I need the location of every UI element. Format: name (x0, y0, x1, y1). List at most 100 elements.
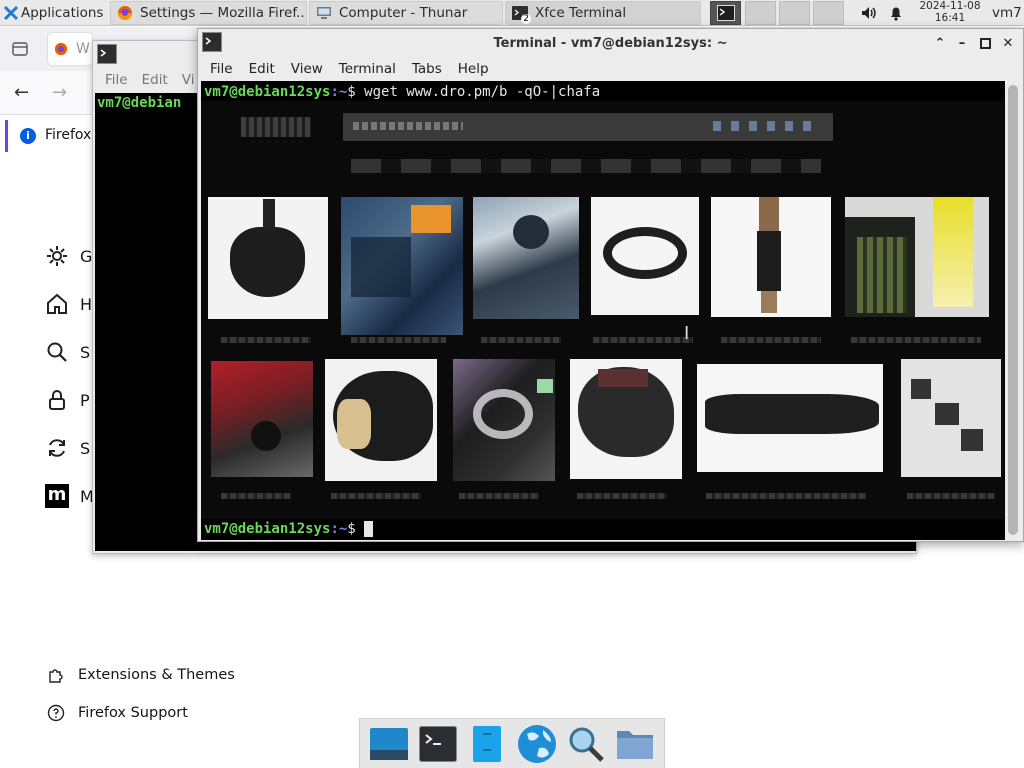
chafa-product-thumbnail (901, 359, 1001, 477)
firefox-tab-icon (54, 42, 68, 56)
chafa-product-thumbnail (570, 359, 682, 479)
command-line: vm7@debian12sys:~ $ wget www.dro.pm/b -qO… (204, 82, 600, 102)
menu-help[interactable]: Help (458, 61, 489, 77)
chafa-product-thumbnail (711, 197, 831, 317)
top-panel: Applications ⋮ Settings — Mozilla Firef.… (0, 0, 1024, 26)
maximize-button[interactable] (976, 34, 994, 52)
workspace-3[interactable] (779, 1, 810, 25)
lock-icon (44, 387, 70, 413)
firefox-support-link[interactable]: Firefox Support (46, 702, 188, 724)
chafa-search-bar (343, 113, 833, 141)
minimize-button[interactable]: – (953, 34, 971, 52)
chafa-product-thumbnail (211, 361, 313, 477)
notification-bell-icon[interactable] (887, 4, 905, 22)
search-icon (44, 339, 70, 365)
chafa-caption (331, 493, 421, 499)
prompt-user: vm7@debian12sys (204, 521, 331, 537)
menu-terminal[interactable]: Terminal (339, 61, 396, 77)
xfce-logo-icon (3, 5, 19, 21)
task-label: Xfce Terminal (535, 5, 627, 21)
chafa-product-thumbnail (341, 197, 463, 335)
sidebar-item-general[interactable]: G (44, 240, 92, 272)
chafa-caption (351, 337, 446, 343)
chafa-caption (907, 493, 995, 499)
chafa-product-thumbnail (591, 197, 699, 315)
menu-edit[interactable]: Edit (142, 72, 168, 88)
menu-edit[interactable]: Edit (249, 61, 275, 77)
chafa-image-output (201, 101, 1005, 519)
chafa-caption (851, 337, 981, 343)
terminal-icon[interactable] (417, 723, 459, 765)
menu-file[interactable]: File (210, 61, 233, 77)
window-title: Terminal - vm7@debian12sys: ~ (493, 35, 728, 51)
background-prompt-user: vm7@debian (97, 95, 182, 111)
chafa-caption (481, 337, 561, 343)
info-icon: i (20, 128, 36, 144)
sidebar-item-privacy[interactable]: P (44, 384, 90, 416)
menu-view[interactable]: Vi (182, 72, 195, 88)
task-firefox-settings[interactable]: Settings — Mozilla Firef... (110, 1, 307, 25)
extensions-themes-link[interactable]: Extensions & Themes (46, 664, 235, 686)
user-menu[interactable]: vm7 (992, 1, 1024, 25)
back-arrow-icon[interactable]: ← (14, 83, 34, 103)
clock-time: 16:41 (934, 12, 966, 24)
menu-grip-icon: ⋮ (105, 5, 108, 21)
terminal-window-icon (97, 44, 117, 64)
command-text: wget www.dro.pm/b -qO-|chafa (355, 84, 601, 100)
help-icon (46, 703, 66, 723)
chafa-product-thumbnail (453, 359, 555, 481)
clock[interactable]: 2024-11-08 16:41 (912, 0, 988, 26)
chafa-category-nav (351, 159, 821, 173)
sync-icon (44, 435, 70, 461)
workspace-4[interactable] (813, 1, 844, 25)
sidebar-item-sync[interactable]: S (44, 432, 90, 464)
show-desktop-icon[interactable] (368, 723, 410, 765)
chafa-caption (577, 493, 667, 499)
sidebar-item-label: H (80, 294, 93, 314)
terminal-scrollbar[interactable] (1006, 81, 1020, 540)
web-browser-icon[interactable] (516, 723, 558, 765)
applications-menu-button[interactable]: Applications ⋮ (0, 1, 108, 25)
sidebar-item-home[interactable]: H (44, 288, 92, 320)
prompt-symbol: $ (347, 521, 356, 537)
dock-panel (359, 718, 665, 768)
folder-icon[interactable] (614, 723, 656, 765)
terminal-window[interactable]: Terminal - vm7@debian12sys: ~ ⌃ – ✕ File… (197, 28, 1024, 542)
applications-label: Applications (21, 5, 104, 21)
workspace-2[interactable] (745, 1, 776, 25)
workspace-1[interactable] (710, 1, 741, 25)
chafa-caption (593, 337, 693, 343)
clock-date: 2024-11-08 (919, 0, 981, 12)
firefox-label: Firefox (45, 127, 92, 143)
task-xfce-terminal[interactable]: 2 Xfce Terminal (505, 1, 701, 25)
close-button[interactable]: ✕ (999, 34, 1017, 52)
menu-view[interactable]: View (291, 61, 323, 77)
tab-label: W (76, 41, 90, 57)
chafa-product-thumbnail (845, 197, 989, 317)
chafa-caption (721, 337, 821, 343)
current-prompt-line: vm7@debian12sys:~ $ (204, 519, 374, 539)
tab-overview-icon[interactable] (10, 39, 30, 59)
chafa-product-thumbnail (473, 197, 579, 319)
mozilla-icon: m (44, 483, 70, 509)
sidebar-item-more-from-mozilla[interactable]: m M (44, 480, 94, 512)
sidebar-item-label: P (80, 390, 90, 410)
sidebar-item-label: G (80, 246, 93, 266)
task-thunar[interactable]: Computer - Thunar (309, 1, 503, 25)
terminal-output[interactable]: vm7@debian12sys:~ $ wget www.dro.pm/b -qO… (201, 81, 1005, 540)
menu-tabs[interactable]: Tabs (412, 61, 442, 77)
app-finder-icon[interactable] (565, 723, 607, 765)
terminal-menu-bar: File Edit View Terminal Tabs Help (198, 57, 1023, 81)
tab-settings[interactable]: W (48, 33, 92, 65)
sidebar-item-search[interactable]: S (44, 336, 90, 368)
scrollbar-thumb[interactable] (1008, 85, 1018, 535)
home-icon (44, 291, 70, 317)
window-shade-button[interactable]: ⌃ (931, 34, 949, 52)
task-label: Settings — Mozilla Firef... (140, 5, 307, 21)
volume-icon[interactable] (860, 4, 878, 22)
forward-arrow-icon[interactable]: → (52, 83, 72, 103)
file-manager-icon[interactable] (466, 723, 508, 765)
chafa-caption (706, 493, 866, 499)
menu-file[interactable]: File (105, 72, 128, 88)
user-name: vm7 (992, 5, 1022, 21)
